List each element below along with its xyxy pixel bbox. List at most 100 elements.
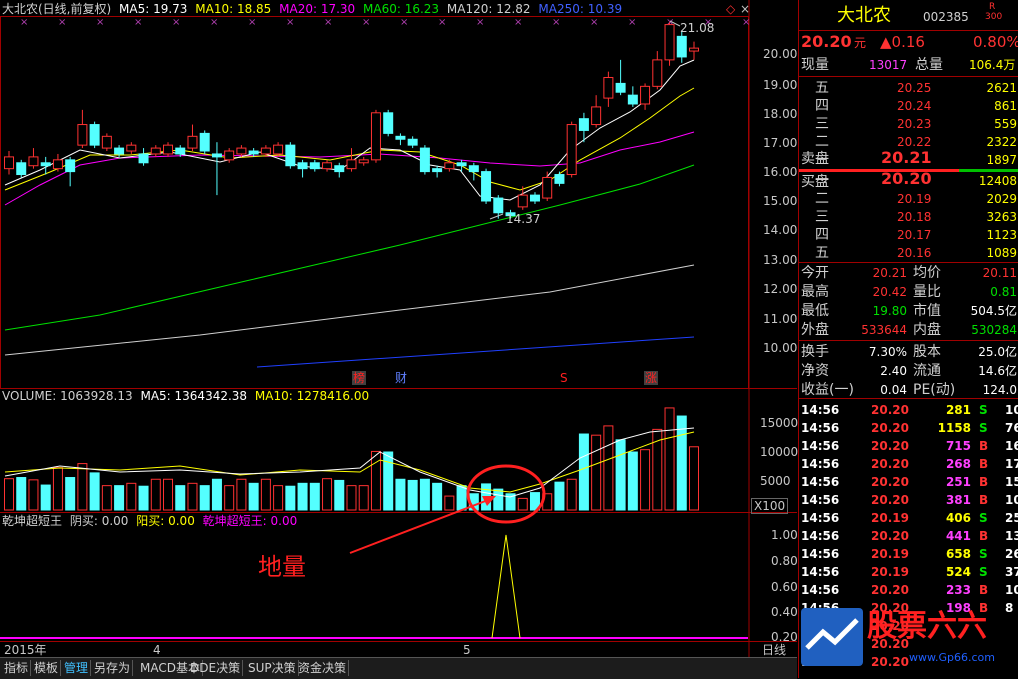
event-badge-zhang[interactable]: 涨	[644, 371, 659, 385]
now-vol: 13017	[869, 58, 908, 72]
tick-volume: 233	[945, 583, 971, 597]
total-vol-label: 总量	[915, 57, 943, 73]
volume-ma10-line	[4, 431, 695, 493]
tick-row: 14:56 20.19 524 S 37	[799, 563, 1018, 581]
volume-unit: X100	[751, 498, 789, 514]
candle-body	[260, 147, 271, 155]
badge-300: 300	[985, 12, 1003, 22]
candle-body	[175, 147, 186, 155]
candle-body	[138, 153, 149, 164]
period-label[interactable]: 日线	[762, 643, 786, 657]
tick-volume: 524	[945, 565, 971, 579]
stat-value: 7.30%	[868, 345, 907, 359]
price-axis-label: 12.00	[763, 282, 798, 296]
tab-2[interactable]: 管理	[62, 660, 92, 676]
indicator2-axis-label: 0.80	[771, 554, 798, 568]
top-marker: ×	[628, 17, 636, 28]
tab-0[interactable]: 指标	[2, 660, 32, 676]
bid-row[interactable]: 二 20.19 2029	[799, 190, 1018, 208]
tick-price: 20.20	[871, 655, 909, 669]
stat-key: 外盘	[801, 322, 829, 338]
tab-3[interactable]: 另存为	[92, 660, 134, 676]
event-badge-bang[interactable]: 榜	[352, 371, 367, 385]
volume-bar	[28, 479, 39, 511]
candle-body	[664, 24, 675, 61]
indicator2-header: 乾坤超短王 阴买: 0.00 阳买: 0.00 乾坤超短王: 0.00	[2, 514, 297, 528]
volume-bar	[16, 477, 27, 511]
tick-time: 14:56	[801, 547, 840, 561]
volume-axis-label: 5000	[760, 474, 791, 488]
bid-level: 五	[815, 245, 829, 261]
kline-chart-area[interactable]: 大北农(日线,前复权) MA5: 19.73 MA10: 18.85 MA20:…	[0, 0, 799, 679]
volume-bar	[114, 485, 125, 511]
tick-count: 25	[1005, 511, 1018, 525]
volume-axis-label: 10000	[760, 445, 799, 459]
tick-price: 20.20	[871, 583, 909, 597]
tick-price: 20.20	[871, 403, 909, 417]
tab-1[interactable]: 模板	[32, 660, 62, 676]
top-marker: ×	[286, 17, 294, 28]
volume-bar	[138, 485, 149, 511]
high-mark: 21.08	[680, 21, 715, 35]
candle-body	[199, 132, 210, 152]
indicator2-axis-label: 0.40	[771, 605, 798, 619]
tick-direction: B	[979, 493, 989, 507]
tick-time: 14:56	[801, 403, 840, 417]
ask-row[interactable]: 三 20.23 559	[799, 115, 1018, 133]
candle-body	[358, 159, 369, 164]
low-mark: 14.37	[506, 212, 541, 226]
bid-row[interactable]: 三 20.18 3263	[799, 208, 1018, 226]
candle-body	[591, 106, 602, 126]
tab-7[interactable]: 资金决策	[296, 660, 350, 676]
tab-6[interactable]: SUP决策	[246, 660, 299, 676]
volume-bar	[615, 439, 626, 511]
candles	[4, 22, 699, 219]
event-badge-cai[interactable]: 财	[395, 371, 407, 385]
tick-direction: B	[979, 583, 989, 597]
tick-count: 26	[1005, 547, 1018, 561]
candle-body	[407, 138, 418, 146]
stat-value: 504.5亿	[970, 304, 1017, 318]
indicator2-spike	[491, 534, 521, 639]
stat-value: 0.04	[880, 383, 907, 397]
bid-level: 二	[815, 191, 829, 207]
candle-body	[578, 118, 589, 131]
tick-count: 76	[1005, 421, 1018, 435]
volume-bar	[395, 478, 406, 511]
tick-direction: S	[979, 547, 988, 561]
bid-row[interactable]: 四 20.17 1123	[799, 226, 1018, 244]
bid-row[interactable]: 五 20.16 1089	[799, 244, 1018, 262]
ask-row[interactable]: 五 20.25 2621	[799, 79, 1018, 97]
ask-row[interactable]: 四 20.24 861	[799, 97, 1018, 115]
candle-body	[224, 150, 235, 161]
volume-bar	[334, 479, 345, 511]
candle-body	[456, 162, 467, 167]
stat-value: 25.0亿	[978, 345, 1017, 359]
bid-row[interactable]: 一 20.20 12408	[799, 171, 1018, 190]
volume-bar	[444, 495, 455, 511]
candle-body	[419, 147, 430, 173]
top-marker: ×	[20, 17, 28, 28]
candle-body	[566, 124, 577, 176]
tick-volume: 381	[945, 493, 971, 507]
tick-direction: B	[979, 475, 989, 489]
ask-row[interactable]: 一 20.21 1897	[799, 148, 1018, 169]
stat-value: 533644	[861, 323, 907, 337]
tick-direction: S	[979, 403, 988, 417]
volume-bar	[4, 478, 14, 511]
stat-key: 内盘	[913, 322, 941, 338]
tick-volume: 658	[945, 547, 971, 561]
candle-body	[334, 165, 345, 173]
top-marker: ×	[58, 17, 66, 28]
event-badge-s[interactable]: S	[560, 371, 568, 385]
ask-level: 四	[815, 98, 829, 114]
volume-ma10: MA10: 1278416.00	[254, 389, 370, 403]
volume-bar	[456, 485, 467, 511]
tab-5[interactable]: DDE决策	[188, 660, 244, 676]
tick-time: 14:56	[801, 475, 840, 489]
stat-row: 最高 20.42 量比 0.81	[799, 283, 1018, 301]
ask-price: 20.21	[881, 148, 932, 167]
ask-vol: 861	[994, 99, 1017, 113]
stat-key: 最低	[801, 303, 829, 319]
volume-bar	[689, 446, 699, 511]
